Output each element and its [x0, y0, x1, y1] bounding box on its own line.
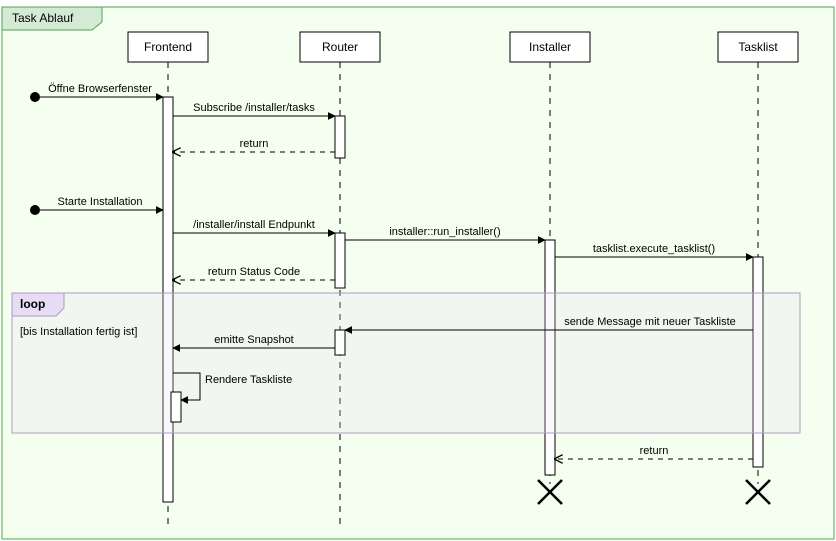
msg-run-installer-label: installer::run_installer() — [389, 226, 500, 238]
msg-return1-label: return — [240, 138, 269, 150]
msg-send-message-label: sende Message mit neuer Taskliste — [564, 316, 736, 328]
msg-subscribe-label: Subscribe /installer/tasks — [193, 102, 315, 114]
participant-frontend-label: Frontend — [144, 40, 192, 54]
loop-title: loop — [20, 297, 45, 311]
msg-start-install-label: Starte Installation — [58, 196, 143, 208]
msg-install-endpoint-label: /installer/install Endpunkt — [193, 219, 315, 231]
activation-router-3 — [335, 330, 345, 355]
participant-router-label: Router — [322, 40, 358, 54]
activation-frontend-self — [171, 392, 181, 422]
msg-render-tasklist-label: Rendere Taskliste — [205, 374, 292, 386]
found-msg-dot-1 — [30, 92, 40, 102]
frame-title: Task Ablauf — [12, 11, 74, 25]
msg-open-browser-label: Öffne Browserfenster — [48, 83, 152, 95]
found-msg-dot-2 — [30, 205, 40, 215]
loop-guard: [bis Installation fertig ist] — [20, 326, 137, 338]
loop-frame — [12, 293, 800, 433]
msg-execute-tasklist-label: tasklist.execute_tasklist() — [593, 243, 715, 255]
msg-return-status-label: return Status Code — [208, 266, 300, 278]
sequence-diagram: Task Ablauf Frontend Router Installer Ta… — [0, 0, 836, 541]
activation-router-2 — [335, 233, 345, 288]
msg-return2-label: return — [640, 445, 669, 457]
participant-tasklist-label: Tasklist — [738, 40, 778, 54]
msg-emit-snapshot-label: emitte Snapshot — [214, 334, 294, 346]
participant-installer-label: Installer — [529, 40, 571, 54]
activation-router-1 — [335, 116, 345, 158]
